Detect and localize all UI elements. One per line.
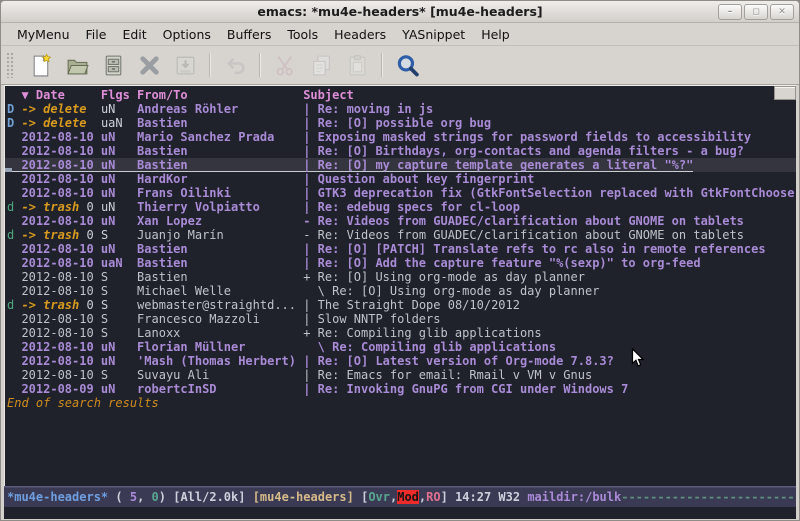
menu-bar: MyMenuFileEditOptionsBuffersToolsHeaders… bbox=[1, 23, 799, 46]
title-bar[interactable]: emacs: *mu4e-headers* [mu4e-headers] – ◻… bbox=[1, 1, 799, 23]
copy-icon bbox=[304, 50, 338, 80]
minibuffer-echo-area[interactable] bbox=[4, 507, 796, 519]
menu-item-buffers[interactable]: Buffers bbox=[219, 25, 279, 44]
dired-icon[interactable] bbox=[96, 50, 130, 80]
message-row[interactable]: 2012-08-10 uN HardKor | Question about k… bbox=[5, 172, 796, 186]
new-file-icon[interactable] bbox=[24, 50, 58, 80]
message-row[interactable]: d -> trash 0 S webmaster@straightd... | … bbox=[5, 298, 796, 312]
tool-bar bbox=[1, 46, 799, 85]
minimize-button[interactable]: – bbox=[718, 4, 742, 20]
undo-icon bbox=[218, 50, 252, 80]
close-buffer-icon[interactable] bbox=[132, 50, 166, 80]
emacs-window: emacs: *mu4e-headers* [mu4e-headers] – ◻… bbox=[0, 0, 800, 521]
close-button[interactable]: ✕ bbox=[770, 4, 794, 20]
message-row[interactable]: d -> trash 0 S Juanjo Marín - Re: Videos… bbox=[5, 228, 796, 242]
message-row[interactable]: D -> delete uN Andreas Röhler | Re: movi… bbox=[5, 102, 796, 116]
message-row[interactable]: 2012-08-09 uN robertcInSD | Re: Invoking… bbox=[5, 382, 796, 396]
toolbar-separator bbox=[259, 53, 261, 77]
menu-item-mymenu[interactable]: MyMenu bbox=[9, 25, 78, 44]
message-row[interactable]: 2012-08-10 uN 'Mash (Thomas Herbert) | R… bbox=[5, 354, 796, 368]
message-row[interactable]: 2012-08-10 uaN Bastien | Re: [O] Add the… bbox=[5, 256, 796, 270]
header-line[interactable]: ▼ Date Flgs From/To Subject bbox=[5, 88, 796, 102]
mouse-cursor bbox=[631, 348, 646, 373]
mode-line[interactable]: *mu4e-headers* ( 5, 0) [All/2.0k] [mu4e-… bbox=[4, 486, 796, 507]
menu-item-edit[interactable]: Edit bbox=[114, 25, 154, 44]
toolbar-separator bbox=[381, 53, 383, 77]
menu-item-help[interactable]: Help bbox=[473, 25, 518, 44]
save-buffer-icon bbox=[168, 50, 202, 80]
message-row[interactable]: 2012-08-10 S Lanoxx + Re: Compiling glib… bbox=[5, 326, 796, 340]
menu-item-file[interactable]: File bbox=[78, 25, 115, 44]
message-row[interactable]: d -> trash 0 uN Thierry Volpiatto | Re: … bbox=[5, 200, 796, 214]
menu-item-tools[interactable]: Tools bbox=[279, 25, 326, 44]
text-cursor bbox=[5, 168, 12, 172]
message-row[interactable]: 2012-08-10 S Michael Welle \ Re: [O] Usi… bbox=[5, 284, 796, 298]
message-row[interactable]: 2012-08-10 S Suvayu Ali | Re: Emacs for … bbox=[5, 368, 796, 382]
menu-item-headers[interactable]: Headers bbox=[326, 25, 394, 44]
message-row[interactable]: 2012-08-10 uN Mario Sanchez Prada | Expo… bbox=[5, 130, 796, 144]
message-row[interactable]: 2012-08-10 S Bastien + Re: [O] Using org… bbox=[5, 270, 796, 284]
open-file-icon[interactable] bbox=[60, 50, 94, 80]
message-row[interactable]: 2012-08-10 uN Frans Oilinki | GTK3 depre… bbox=[5, 186, 796, 200]
window-controls: – ◻ ✕ bbox=[718, 4, 794, 20]
message-row-current[interactable]: 2012-08-10 uN Bastien | Re: [O] my captu… bbox=[5, 158, 796, 172]
paste-icon bbox=[340, 50, 374, 80]
end-of-results-label: End of search results bbox=[5, 396, 796, 410]
cut-icon bbox=[268, 50, 302, 80]
menu-item-yasnippet[interactable]: YASnippet bbox=[394, 25, 473, 44]
scrollbar-thumb[interactable] bbox=[774, 86, 796, 100]
menu-item-options[interactable]: Options bbox=[155, 25, 219, 44]
message-row[interactable]: 2012-08-10 S Francesco Mazzoli | Slow NN… bbox=[5, 312, 796, 326]
mu4e-headers-buffer: ▼ Date Flgs From/To Subject D -> delete … bbox=[4, 85, 796, 486]
window-title: emacs: *mu4e-headers* [mu4e-headers] bbox=[1, 1, 799, 22]
toolbar-grip-handle[interactable] bbox=[6, 52, 15, 78]
maximize-button[interactable]: ◻ bbox=[744, 4, 768, 20]
message-row[interactable]: D -> delete uaN Bastien | Re: [O] possib… bbox=[5, 116, 796, 130]
message-row[interactable]: 2012-08-10 uN Bastien | Re: [O] [PATCH] … bbox=[5, 242, 796, 256]
toolbar-separator bbox=[209, 53, 211, 77]
message-row[interactable]: 2012-08-10 uN Florian Müllner \ Re: Comp… bbox=[5, 340, 796, 354]
message-list: D -> delete uN Andreas Röhler | Re: movi… bbox=[5, 102, 796, 396]
message-row[interactable]: 2012-08-10 uN Xan Lopez - Re: Videos fro… bbox=[5, 214, 796, 228]
message-row[interactable]: 2012-08-10 uN Bastien | Re: [O] Birthday… bbox=[5, 144, 796, 158]
search-icon[interactable] bbox=[390, 50, 424, 80]
